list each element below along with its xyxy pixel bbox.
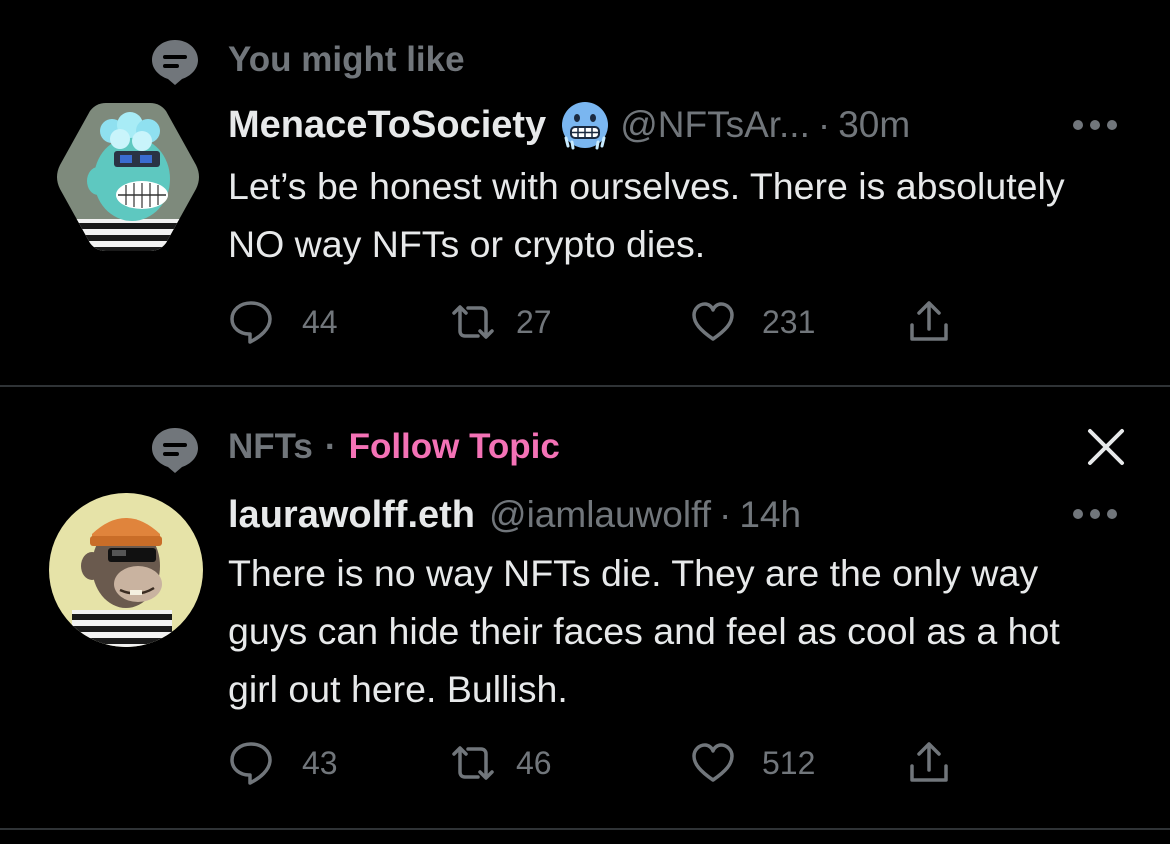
retweet-button[interactable]: 27 [450,298,552,346]
topic-name[interactable]: NFTs [228,427,313,467]
display-name[interactable]: MenaceToSociety [228,104,546,147]
more-options-icon[interactable] [1072,507,1118,521]
heart-icon [692,743,734,782]
social-context: You might like [228,40,465,80]
timestamp[interactable]: 14h [739,494,801,536]
tweet-text: There is no way NFTs die. They are the o… [228,552,1060,710]
user-handle[interactable]: @iamlauwolff [489,494,711,536]
reply-button[interactable]: 44 [228,298,338,346]
retweet-count: 27 [516,303,552,340]
reply-icon [230,742,272,785]
close-icon[interactable] [1086,427,1126,467]
like-count: 231 [762,303,816,340]
avatar[interactable] [50,99,206,255]
tweet-header: MenaceToSociety @NFTsAr... · 30m [228,100,910,150]
more-options-icon[interactable] [1072,118,1118,132]
topic-bubble-icon [152,428,198,473]
reply-icon [230,301,272,344]
share-icon [910,301,948,341]
tweet-divider [0,828,1170,830]
header-separator: · [719,494,732,535]
avatar[interactable] [48,492,204,648]
retweet-icon [452,746,494,780]
like-count: 512 [762,744,816,781]
cold-face-emoji-icon [562,102,609,150]
social-context-label: You might like [228,40,465,79]
display-name[interactable]: laurawolff.eth [228,494,475,537]
share-button[interactable] [906,298,952,346]
topic-bubble-icon [152,40,198,85]
heart-icon [692,302,734,341]
header-separator: · [817,104,831,145]
tweet-text: Let’s be honest with ourselves. There is… [228,165,1065,265]
tweet-header: laurawolff.eth @iamlauwolff · 14h [228,490,801,540]
social-context: NFTs · Follow Topic [228,427,560,467]
tweet-actions: 43 46 512 [228,739,988,787]
share-button[interactable] [906,739,952,787]
tweet-card[interactable]: You might like MenaceToSociety @NFTsAr..… [0,0,1170,385]
reply-count: 44 [302,303,338,340]
context-separator: · [324,427,337,466]
retweet-icon [452,305,494,339]
retweet-button[interactable]: 46 [450,739,552,787]
tweet-card[interactable]: NFTs · Follow Topic laurawolff.eth @iaml… [0,387,1170,827]
reply-button[interactable]: 43 [228,739,338,787]
timestamp[interactable]: 30m [838,104,910,146]
retweet-count: 46 [516,744,552,781]
reply-count: 43 [302,744,338,781]
like-button[interactable]: 512 [690,739,815,787]
tweet-actions: 44 27 231 [228,298,988,346]
follow-topic-button[interactable]: Follow Topic [349,427,560,467]
share-icon [910,742,948,782]
like-button[interactable]: 231 [690,298,815,346]
user-handle[interactable]: @NFTsAr... [620,104,810,146]
